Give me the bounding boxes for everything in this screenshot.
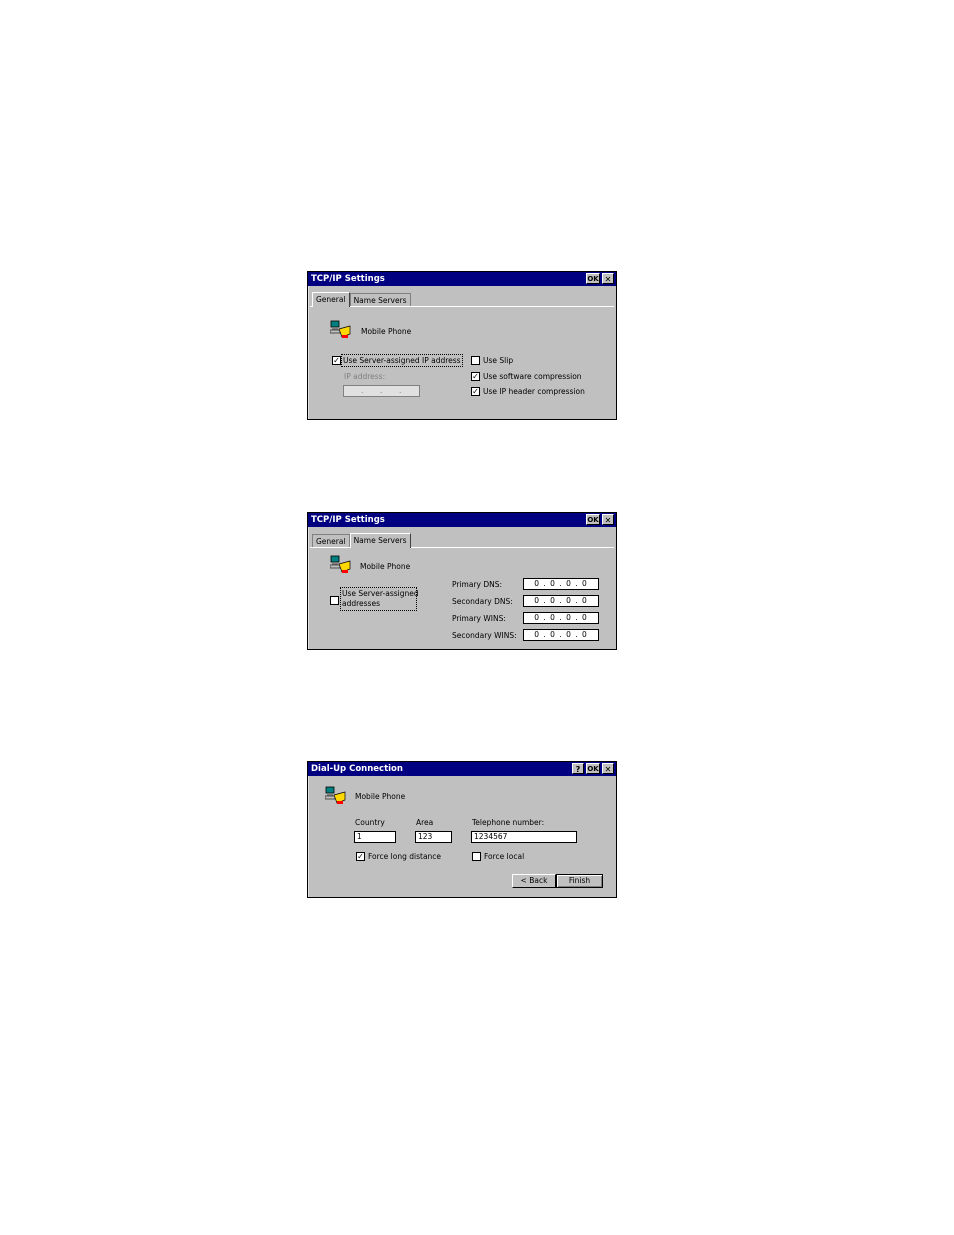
telephone-input[interactable]: 1234567 — [471, 831, 577, 843]
tcpip-settings-general-dialog: TCP/IP Settings OK ✕ General Name Server… — [307, 271, 617, 420]
close-icon[interactable]: ✕ — [602, 273, 614, 284]
title-bar: Dial-Up Connection ? OK ✕ — [308, 762, 616, 776]
ok-button[interactable]: OK — [586, 514, 600, 525]
title-bar: TCP/IP Settings OK ✕ — [308, 272, 616, 286]
primary-wins-input[interactable]: 0 . 0 . 0 . 0 — [523, 612, 599, 624]
tcpip-settings-name-servers-dialog: TCP/IP Settings OK ✕ General Name Server… — [307, 512, 617, 650]
finish-button[interactable]: Finish — [556, 874, 603, 888]
secondary-dns-input[interactable]: 0 . 0 . 0 . 0 — [523, 595, 599, 607]
tab-name-servers[interactable]: Name Servers — [349, 533, 411, 548]
connection-name: Mobile Phone — [361, 327, 412, 336]
use-ip-header-compression-label: Use IP header compression — [483, 387, 585, 396]
telephone-label: Telephone number: — [472, 818, 545, 827]
use-ip-header-compression-checkbox[interactable]: ✓ — [471, 387, 480, 396]
dialup-connection-dialog: Dial-Up Connection ? OK ✕ Mobile Phone C… — [307, 761, 617, 898]
help-button[interactable]: ? — [572, 763, 584, 774]
title-bar: TCP/IP Settings OK ✕ — [308, 513, 616, 527]
force-long-distance-label: Force long distance — [368, 852, 442, 861]
dialog-title: Dial-Up Connection — [311, 764, 403, 774]
use-sw-compression-label: Use software compression — [483, 372, 582, 381]
area-label: Area — [416, 818, 434, 827]
ok-button[interactable]: OK — [586, 273, 600, 284]
force-local-checkbox[interactable] — [472, 852, 481, 861]
connection-name: Mobile Phone — [360, 562, 411, 571]
use-slip-label: Use Slip — [483, 356, 514, 365]
secondary-wins-input[interactable]: 0 . 0 . 0 . 0 — [523, 629, 599, 641]
secondary-wins-label: Secondary WINS: — [452, 631, 517, 640]
ok-button[interactable]: OK — [586, 763, 600, 774]
close-icon[interactable]: ✕ — [602, 514, 614, 525]
dialup-connection-icon — [330, 555, 351, 573]
primary-dns-label: Primary DNS: — [452, 580, 503, 589]
use-server-ip-label: Use Server-assigned IP address — [341, 354, 463, 367]
use-slip-checkbox[interactable] — [471, 356, 480, 365]
country-label: Country — [355, 818, 385, 827]
dialog-title: TCP/IP Settings — [311, 274, 385, 284]
connection-name: Mobile Phone — [355, 792, 406, 801]
dialog-title: TCP/IP Settings — [311, 515, 385, 525]
dialup-connection-icon — [330, 320, 351, 338]
primary-dns-input[interactable]: 0 . 0 . 0 . 0 — [523, 578, 599, 590]
tab-name-servers[interactable]: Name Servers — [349, 293, 411, 307]
force-long-distance-checkbox[interactable]: ✓ — [356, 852, 365, 861]
use-sw-compression-checkbox[interactable]: ✓ — [471, 372, 480, 381]
tab-general[interactable]: General — [312, 534, 350, 548]
secondary-dns-label: Secondary DNS: — [452, 597, 513, 606]
ip-address-label: IP address: — [344, 372, 386, 381]
ip-address-input[interactable]: . . . — [343, 385, 420, 397]
country-input[interactable]: 1 — [354, 831, 396, 843]
back-button[interactable]: < Back — [512, 874, 556, 888]
tab-general[interactable]: General — [312, 292, 350, 307]
use-server-ip-checkbox[interactable]: ✓ — [332, 356, 341, 365]
use-server-addresses-checkbox[interactable] — [330, 596, 339, 605]
force-local-label: Force local — [484, 852, 525, 861]
use-server-addresses-label: Use Server-assigned addresses — [340, 587, 419, 611]
primary-wins-label: Primary WINS: — [452, 614, 506, 623]
area-input[interactable]: 123 — [415, 831, 452, 843]
close-icon[interactable]: ✕ — [602, 763, 614, 774]
dialup-connection-icon — [325, 786, 346, 804]
